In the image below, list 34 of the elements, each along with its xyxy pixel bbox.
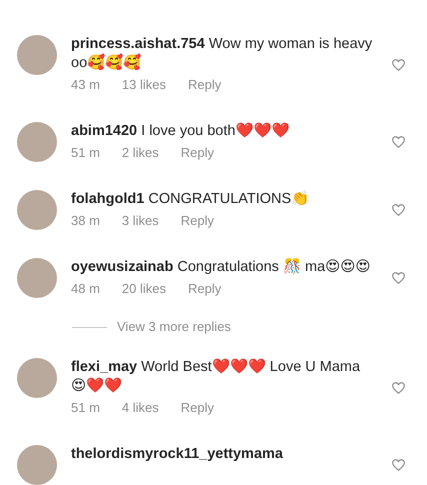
view-replies-link[interactable]: View 3 more replies — [117, 318, 231, 336]
comment-text: abim1420 I love you both❤❤❤ — [71, 122, 290, 141]
heart-icon[interactable] — [391, 203, 406, 217]
likes-count[interactable]: 20 likes — [122, 280, 166, 298]
heart-icon[interactable] — [391, 458, 406, 472]
avatar-photo[interactable] — [17, 35, 57, 75]
reply-link[interactable]: Reply — [180, 144, 214, 162]
heart-icon[interactable] — [391, 58, 406, 72]
likes-count[interactable]: 2 likes — [122, 144, 159, 162]
avatar-photo[interactable] — [17, 445, 57, 485]
reply-link[interactable]: Reply — [180, 399, 214, 417]
avatar-photo[interactable] — [17, 122, 57, 162]
reply-link[interactable]: Reply — [180, 212, 214, 230]
comment-time: 51 m — [71, 399, 100, 417]
likes-count[interactable]: 13 likes — [122, 76, 166, 94]
heart-icon[interactable] — [391, 135, 406, 149]
comment-time: 51 m — [71, 144, 100, 162]
comment-time: 48 m — [71, 280, 100, 298]
comment-text: princess.aishat.754 Wow my woman is heavy oo🥰🥰🥰 — [71, 35, 374, 73]
reply-link[interactable]: Reply — [188, 76, 222, 94]
heart-icon[interactable] — [391, 271, 406, 285]
avatar-photo[interactable] — [17, 258, 57, 298]
avatar-photo[interactable] — [17, 190, 57, 230]
likes-count[interactable]: 4 likes — [122, 399, 159, 417]
comment-text: flexi_may World Best❤❤❤ Love U Mama 😍❤❤ — [71, 358, 362, 396]
comment-time: 43 m — [71, 76, 100, 94]
comment-text: thelordismyrock11_yettymama — [71, 445, 284, 464]
comment-text: oyewusizainab Congratulations 🎊 ma😍😍😍 — [71, 258, 372, 277]
comment-time: 38 m — [71, 212, 100, 230]
avatar-photo[interactable] — [17, 358, 57, 398]
heart-icon[interactable] — [391, 380, 406, 394]
likes-count[interactable]: 3 likes — [122, 212, 159, 230]
reply-link[interactable]: Reply — [188, 280, 222, 298]
comment-text: folahgold1 CONGRATULATIONS👏 — [71, 190, 310, 209]
